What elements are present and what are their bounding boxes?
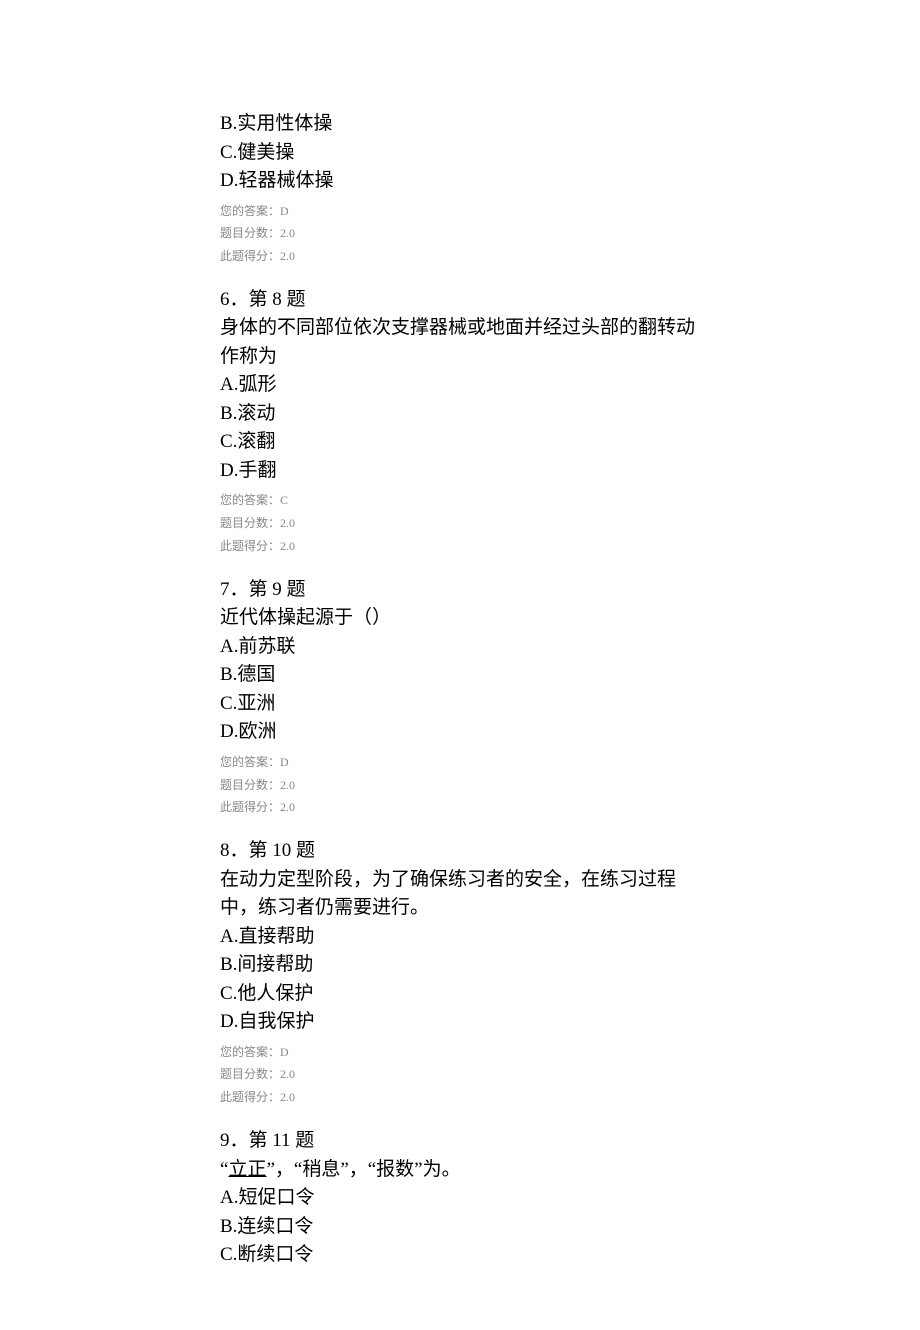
q6-your-answer: 您的答案：C [220,489,700,512]
q5-full-score: 题目分数：2.0 [220,222,700,245]
q7-header: 7．第 9 题 [220,576,700,605]
q8-your-answer: 您的答案：D [220,1041,700,1064]
q8-option-b: B.间接帮助 [220,951,700,980]
q5-option-c: C.健美操 [220,139,700,168]
q5-option-b: B.实用性体操 [220,110,700,139]
q6-got-score: 此题得分：2.0 [220,535,700,558]
q7-got-score: 此题得分：2.0 [220,796,700,819]
q5-got-score: 此题得分：2.0 [220,245,700,268]
q9-option-b: B.连续口令 [220,1213,700,1242]
q6-option-b: B.滚动 [220,400,700,429]
q8-header: 8．第 10 题 [220,837,700,866]
q9-option-a: A.短促口令 [220,1184,700,1213]
q7-option-d: D.欧洲 [220,718,700,747]
q8-full-score: 题目分数：2.0 [220,1063,700,1086]
q7-full-score: 题目分数：2.0 [220,774,700,797]
q9-stem-post: ”，“稍息”，“报数”为。 [266,1159,460,1180]
q6-meta: 您的答案：C 题目分数：2.0 此题得分：2.0 [220,489,700,557]
q6-option-d: D.手翻 [220,457,700,486]
q6-header: 6．第 8 题 [220,286,700,315]
q7-meta: 您的答案：D 题目分数：2.0 此题得分：2.0 [220,751,700,819]
q7-option-b: B.德国 [220,661,700,690]
q7-stem: 近代体操起源于（） [220,604,700,633]
page-content: B.实用性体操 C.健美操 D.轻器械体操 您的答案：D 题目分数：2.0 此题… [0,0,920,1330]
q8-option-c: C.他人保护 [220,980,700,1009]
q8-stem: 在动力定型阶段，为了确保练习者的安全，在练习过程中，练习者仍需要进行。 [220,866,700,923]
q5-option-d: D.轻器械体操 [220,167,700,196]
q8-got-score: 此题得分：2.0 [220,1086,700,1109]
q9-stem-underlined: 立正 [228,1159,266,1180]
q6-option-a: A.弧形 [220,371,700,400]
q9-stem: “立正”，“稍息”，“报数”为。 [220,1156,700,1185]
q8-option-a: A.直接帮助 [220,923,700,952]
q7-option-a: A.前苏联 [220,633,700,662]
q5-your-answer: 您的答案：D [220,200,700,223]
q8-meta: 您的答案：D 题目分数：2.0 此题得分：2.0 [220,1041,700,1109]
q6-full-score: 题目分数：2.0 [220,512,700,535]
q5-meta: 您的答案：D 题目分数：2.0 此题得分：2.0 [220,200,700,268]
q7-your-answer: 您的答案：D [220,751,700,774]
q7-option-c: C.亚洲 [220,690,700,719]
q8-option-d: D.自我保护 [220,1008,700,1037]
q9-header: 9．第 11 题 [220,1127,700,1156]
q6-option-c: C.滚翻 [220,428,700,457]
q6-stem: 身体的不同部位依次支撑器械或地面并经过头部的翻转动作称为 [220,314,700,371]
q9-option-c: C.断续口令 [220,1241,700,1270]
